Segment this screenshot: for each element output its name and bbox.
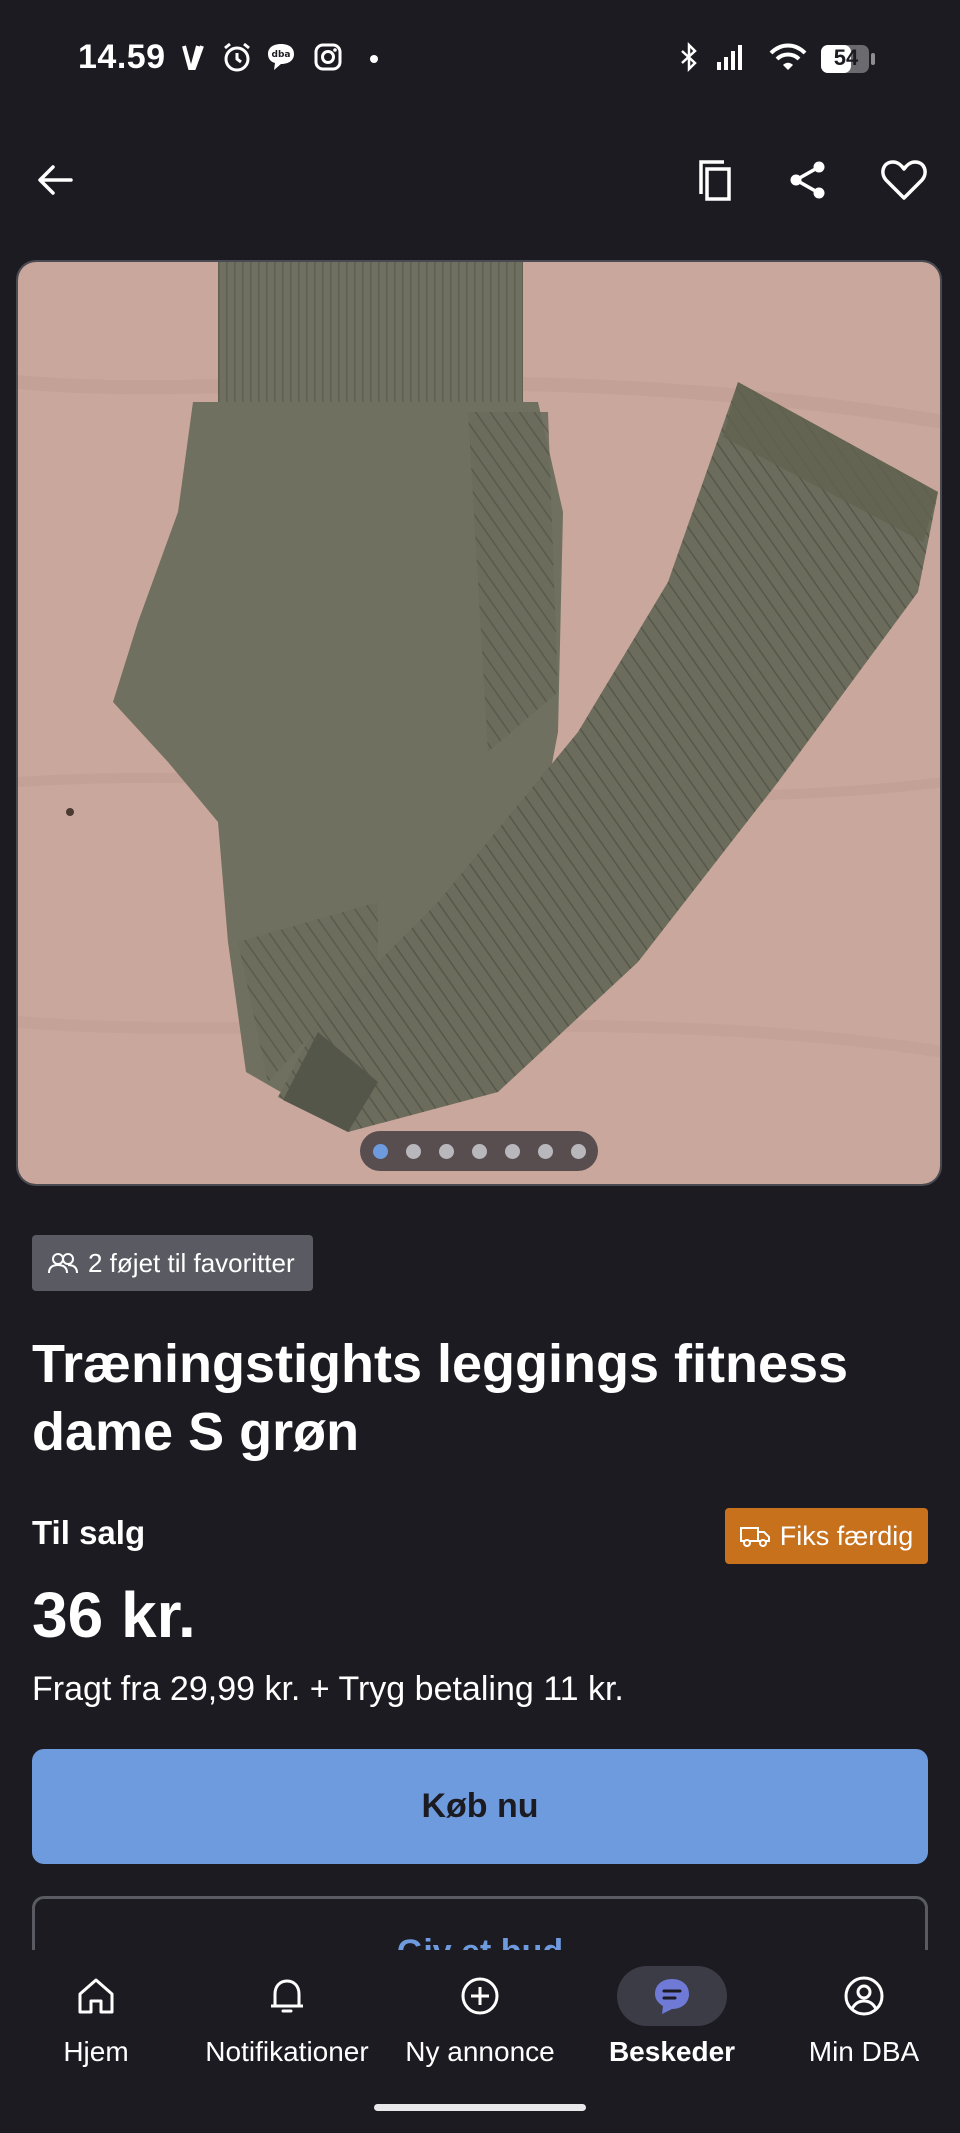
product-image[interactable] bbox=[16, 260, 942, 1186]
svg-text:dba: dba bbox=[272, 50, 291, 60]
price: 36 kr. bbox=[32, 1579, 196, 1651]
bluetooth-icon bbox=[681, 41, 697, 73]
pagination-dot[interactable] bbox=[570, 1143, 586, 1159]
shipping-info: Fragt fra 29,99 kr. + Tryg betaling 11 k… bbox=[32, 1670, 624, 1708]
arrow-left-icon bbox=[38, 165, 73, 195]
chat-bubble-icon bbox=[617, 1966, 727, 2026]
signal-icon bbox=[717, 45, 742, 70]
nav-item-messages[interactable]: Beskeder bbox=[576, 1950, 768, 2090]
battery-level: 54 bbox=[833, 45, 859, 70]
listing-title: Træningstights leggings fitness dame S g… bbox=[32, 1334, 849, 1462]
users-icon bbox=[48, 1253, 78, 1274]
v-app-icon bbox=[182, 45, 204, 70]
status-time: 14.59 bbox=[78, 38, 166, 76]
pagination-dot[interactable] bbox=[405, 1143, 421, 1159]
nav-label-messages: Beskeder bbox=[608, 2036, 736, 2067]
fiks-faerdig-label: Fiks færdig bbox=[779, 1520, 914, 1551]
back-button[interactable] bbox=[25, 150, 85, 210]
nav-label-home: Hjem bbox=[63, 2036, 129, 2067]
pagination-dot[interactable] bbox=[537, 1143, 553, 1159]
plus-circle-icon bbox=[425, 1966, 535, 2026]
wifi-icon bbox=[769, 43, 807, 70]
dba-app-icon: dba bbox=[268, 44, 294, 70]
listing-status: Til salg bbox=[32, 1514, 146, 1551]
nav-item-home[interactable]: Hjem bbox=[0, 1950, 192, 2090]
nav-label-new-listing: Ny annonce bbox=[405, 2036, 555, 2067]
nav-item-notifications[interactable]: Notifikationer bbox=[191, 1950, 383, 2090]
user-circle-icon bbox=[809, 1966, 919, 2026]
leggings-photo bbox=[18, 262, 940, 1184]
copy-button[interactable] bbox=[684, 150, 744, 210]
nav-item-my-dba[interactable]: Min DBA bbox=[768, 1950, 960, 2090]
nav-item-new-listing[interactable]: Ny annonce bbox=[384, 1950, 576, 2090]
pagination-dot[interactable] bbox=[372, 1143, 388, 1159]
pagination-dot[interactable] bbox=[471, 1143, 487, 1159]
bell-icon bbox=[232, 1966, 342, 2026]
pagination-dot[interactable] bbox=[438, 1143, 454, 1159]
alarm-icon bbox=[224, 42, 250, 72]
home-icon bbox=[41, 1966, 151, 2026]
share-button[interactable] bbox=[778, 150, 838, 210]
share-icon bbox=[790, 161, 825, 199]
fiks-faerdig-badge: Fiks færdig bbox=[725, 1508, 928, 1564]
favorites-count-badge: 2 føjet til favoritter bbox=[32, 1235, 313, 1291]
nav-label-my-dba: Min DBA bbox=[808, 2036, 920, 2067]
notification-dot-icon bbox=[370, 55, 378, 63]
heart-icon bbox=[881, 160, 927, 200]
truck-icon bbox=[739, 1527, 770, 1547]
nav-label-notifications: Notifikationer bbox=[205, 2036, 369, 2067]
favorite-button[interactable] bbox=[874, 150, 934, 210]
image-pagination[interactable] bbox=[360, 1131, 598, 1171]
status-bar: 14.59 dba 54 bbox=[0, 0, 960, 120]
battery-icon: 54 bbox=[820, 44, 876, 74]
buy-now-button[interactable]: Køb nu bbox=[32, 1749, 928, 1864]
pagination-dot[interactable] bbox=[504, 1143, 520, 1159]
copy-icon bbox=[699, 160, 731, 201]
home-indicator[interactable] bbox=[374, 2104, 586, 2111]
instagram-icon bbox=[314, 43, 342, 71]
favorites-count-text: 2 føjet til favoritter bbox=[88, 1247, 295, 1278]
